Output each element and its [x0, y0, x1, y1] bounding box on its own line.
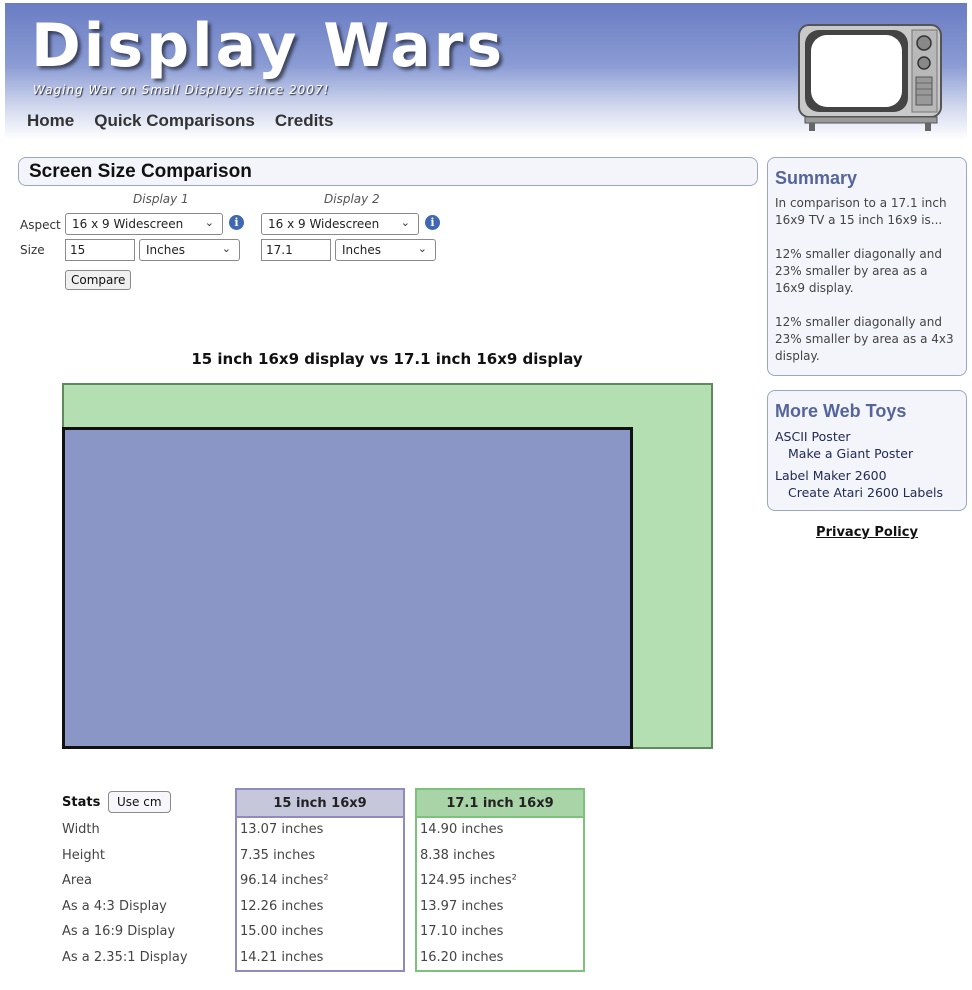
display2-4x3-value: 13.97 inches [420, 899, 504, 914]
summary-16x9: 12% smaller diagonally and 23% smaller b… [775, 247, 942, 295]
toy-sub-ascii-poster[interactable]: Make a Giant Poster [775, 445, 959, 462]
site-logo-title[interactable]: Display Wars [31, 11, 505, 81]
comparison-title: 15 inch 16x9 display vs 17.1 inch 16x9 d… [191, 350, 583, 368]
display2-16x9-value: 17.10 inches [420, 924, 504, 939]
display2-stats-column: 17.1 inch 16x9 14.90 inches 8.38 inches … [415, 788, 585, 972]
summary-title: Summary [775, 168, 858, 188]
display1-width-value: 13.07 inches [240, 822, 324, 837]
toy-link-label-maker[interactable]: Label Maker 2600 [775, 467, 959, 484]
display2-area-value: 124.95 inches² [420, 873, 517, 888]
chevron-down-icon: ⌄ [221, 242, 231, 255]
display1-size-rect [62, 427, 633, 749]
display2-width-value: 14.90 inches [420, 822, 504, 837]
display2-aspect-value: 16 x 9 Widescreen [268, 217, 380, 231]
stat-row-16x9: As a 16:9 Display [62, 924, 176, 939]
display1-stats-column: 15 inch 16x9 13.07 inches 7.35 inches 96… [235, 788, 405, 972]
web-toys-panel: More Web Toys ASCII Poster Make a Giant … [767, 390, 967, 511]
aspect-label: Aspect [20, 218, 61, 232]
toy-sub-label-maker[interactable]: Create Atari 2600 Labels [775, 484, 959, 501]
display2-aspect-select[interactable]: 16 x 9 Widescreen ⌄ [261, 213, 419, 235]
display2-stats-header: 17.1 inch 16x9 [417, 790, 583, 818]
page-title: Screen Size Comparison [18, 157, 758, 186]
stat-row-4x3: As a 4:3 Display [62, 899, 167, 914]
display1-unit-value: Inches [146, 243, 185, 257]
display2-size-input[interactable]: 17.1 [261, 239, 331, 261]
use-cm-button[interactable]: Use cm [108, 791, 171, 813]
display1-aspect-value: 16 x 9 Widescreen [72, 217, 184, 231]
display1-4x3-value: 12.26 inches [240, 899, 324, 914]
display1-16x9-value: 15.00 inches [240, 924, 324, 939]
summary-4x3: 12% smaller diagonally and 23% smaller b… [775, 315, 954, 363]
display2-height-value: 8.38 inches [420, 848, 496, 863]
nav-home[interactable]: Home [27, 111, 74, 131]
compare-button[interactable]: Compare [65, 270, 132, 290]
info-icon[interactable]: i [229, 215, 244, 230]
privacy-policy-link[interactable]: Privacy Policy [767, 525, 967, 540]
display1-aspect-select[interactable]: 16 x 9 Widescreen ⌄ [65, 213, 223, 235]
size-label: Size [20, 243, 45, 257]
display2-235-value: 16.20 inches [420, 950, 504, 965]
tv-logo-icon [798, 24, 942, 131]
display2-unit-select[interactable]: Inches ⌄ [335, 239, 436, 261]
display1-size-input[interactable]: 15 [65, 239, 135, 261]
main-nav: Home Quick Comparisons Credits [27, 111, 333, 131]
info-icon[interactable]: i [425, 215, 440, 230]
toy-link-ascii-poster[interactable]: ASCII Poster [775, 428, 959, 445]
stat-row-235: As a 2.35:1 Display [62, 950, 188, 965]
chevron-down-icon: ⌄ [400, 216, 410, 229]
display2-unit-value: Inches [342, 243, 381, 257]
summary-panel: Summary In comparison to a 17.1 inch 16x… [767, 157, 967, 376]
stat-row-width: Width [62, 822, 100, 837]
stat-row-height: Height [62, 848, 105, 863]
summary-intro: In comparison to a 17.1 inch 16x9 TV a 1… [775, 196, 947, 227]
display1-235-value: 14.21 inches [240, 950, 324, 965]
display2-label: Display 2 [324, 192, 380, 206]
display1-area-value: 96.14 inches² [240, 873, 329, 888]
web-toys-title: More Web Toys [775, 401, 907, 421]
display1-label: Display 1 [133, 192, 189, 206]
stats-label: Stats [62, 795, 101, 810]
display1-height-value: 7.35 inches [240, 848, 316, 863]
site-header: Display Wars Waging War on Small Display… [5, 3, 967, 140]
nav-quick-comparisons[interactable]: Quick Comparisons [94, 111, 255, 131]
site-tagline: Waging War on Small Displays since 2007! [33, 83, 330, 97]
display1-unit-select[interactable]: Inches ⌄ [139, 239, 240, 261]
nav-credits[interactable]: Credits [275, 111, 334, 131]
chevron-down-icon: ⌄ [417, 242, 427, 255]
chevron-down-icon: ⌄ [204, 216, 214, 229]
display1-stats-header: 15 inch 16x9 [237, 790, 403, 818]
stat-row-area: Area [62, 873, 92, 888]
